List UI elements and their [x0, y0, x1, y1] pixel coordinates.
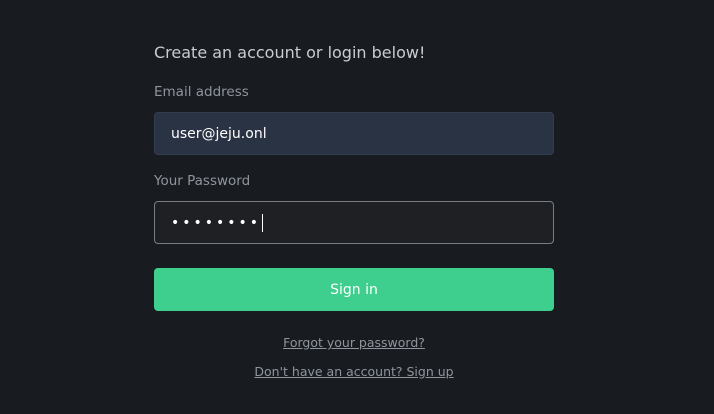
forgot-password-link[interactable]: Forgot your password? — [154, 335, 554, 351]
text-caret — [262, 213, 264, 232]
sign-in-button[interactable]: Sign in — [154, 268, 554, 311]
password-value: •••••••• — [171, 214, 262, 231]
password-label: Your Password — [154, 173, 251, 189]
sign-up-link[interactable]: Don't have an account? Sign up — [154, 364, 554, 380]
form-heading: Create an account or login below! — [154, 43, 426, 62]
email-input[interactable]: user@jeju.onl — [154, 112, 554, 155]
auth-links: Forgot your password? Don't have an acco… — [154, 335, 554, 380]
login-form: Create an account or login below! Email … — [154, 43, 554, 393]
page: Create an account or login below! Email … — [0, 0, 714, 414]
email-value: user@jeju.onl — [171, 125, 267, 142]
email-label: Email address — [154, 84, 249, 100]
password-input[interactable]: •••••••• — [154, 201, 554, 244]
